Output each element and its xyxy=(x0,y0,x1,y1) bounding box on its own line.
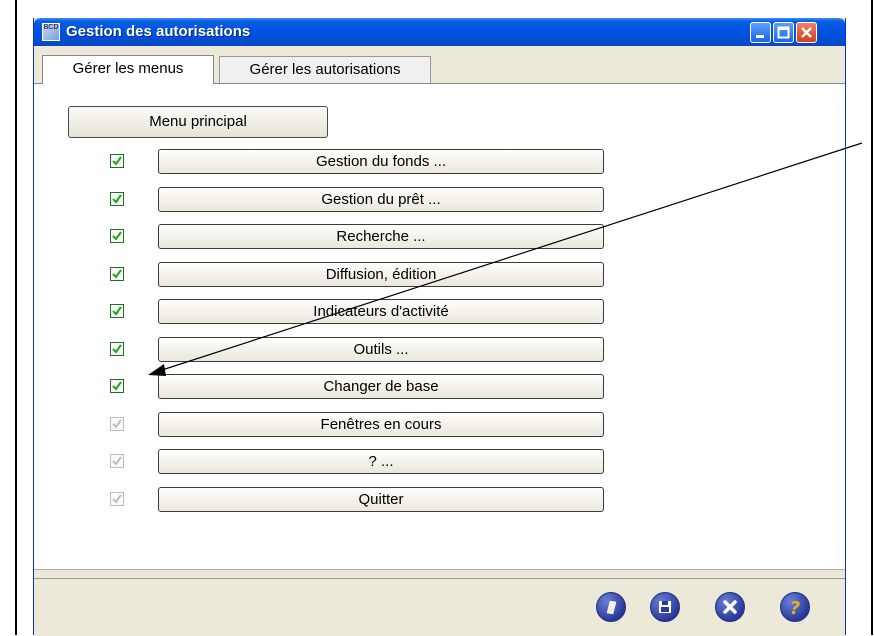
cancel-icon[interactable] xyxy=(715,592,745,622)
close-button[interactable] xyxy=(796,22,817,43)
menu-item-checkbox[interactable] xyxy=(110,267,124,281)
menu-item-button[interactable]: Quitter xyxy=(158,487,604,512)
help-icon[interactable]: ? xyxy=(780,592,810,622)
menu-item-checkbox[interactable] xyxy=(110,342,124,356)
app-icon-text: BCD xyxy=(43,24,59,31)
minimize-button[interactable] xyxy=(750,22,771,43)
menu-item-button[interactable]: Recherche ... xyxy=(158,224,604,249)
menu-item-button[interactable]: Diffusion, édition xyxy=(158,262,604,287)
menu-item-button[interactable]: Fenêtres en cours xyxy=(158,412,604,437)
page-border-right xyxy=(871,0,873,635)
menu-item-button[interactable]: ? ... xyxy=(158,449,604,474)
menu-item-checkbox[interactable] xyxy=(110,304,124,318)
menu-item-checkbox[interactable] xyxy=(110,154,124,168)
title-bar[interactable]: BCD Gestion des autorisations xyxy=(34,18,845,46)
menu-item-checkbox[interactable] xyxy=(110,379,124,393)
tab-manage-menus[interactable]: Gérer les menus xyxy=(42,55,214,84)
svg-text:?: ? xyxy=(790,598,800,619)
app-icon: BCD xyxy=(42,23,60,41)
page-border-left xyxy=(15,0,17,635)
status-bar: ? xyxy=(34,569,845,636)
menu-item-checkbox[interactable] xyxy=(110,492,124,506)
authorizations-window: BCD Gestion des autorisations Gérer les … xyxy=(33,18,846,636)
window-title: Gestion des autorisations xyxy=(66,23,251,40)
menu-item-button[interactable]: Outils ... xyxy=(158,337,604,362)
save-icon[interactable] xyxy=(650,592,680,622)
clear-icon[interactable] xyxy=(596,592,626,622)
menu-item-checkbox[interactable] xyxy=(110,454,124,468)
menu-item-button[interactable]: Gestion du fonds ... xyxy=(158,149,604,174)
tab-manage-authorizations[interactable]: Gérer les autorisations xyxy=(219,56,431,83)
menu-item-checkbox[interactable] xyxy=(110,192,124,206)
menu-item-checkbox[interactable] xyxy=(110,229,124,243)
menu-item-button[interactable]: Gestion du prêt ... xyxy=(158,187,604,212)
main-menu-button[interactable]: Menu principal xyxy=(68,106,328,138)
menu-item-button[interactable]: Indicateurs d'activité xyxy=(158,299,604,324)
menu-item-button[interactable]: Changer de base xyxy=(158,374,604,399)
menu-item-checkbox[interactable] xyxy=(110,417,124,431)
maximize-button[interactable] xyxy=(773,22,794,43)
